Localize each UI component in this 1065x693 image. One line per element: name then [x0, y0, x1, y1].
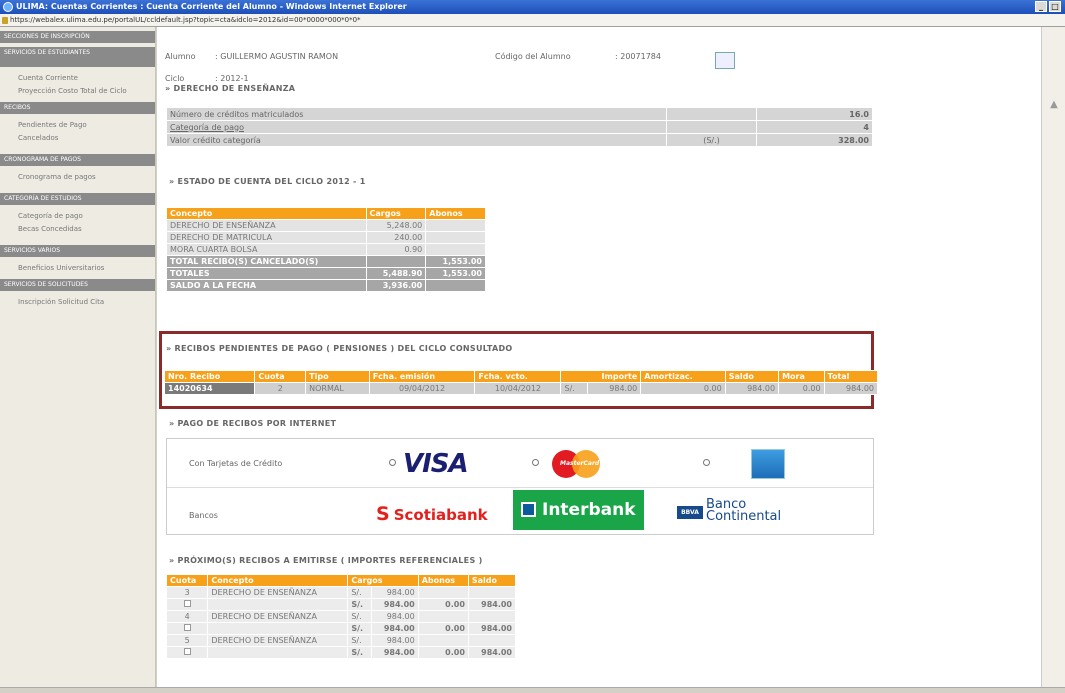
interbank-label: Interbank [542, 500, 636, 520]
estado-title: » ESTADO DE CUENTA DEL CICLO 2012 - 1 [169, 177, 366, 186]
table-row: 5 DERECHO DE ENSEÑANZA S/. 984.00 [165, 634, 517, 647]
sidebar-item-categoria-pago[interactable]: Categoría de pago [0, 210, 155, 223]
mastercard-label: MasterCard [560, 460, 600, 467]
sidebar-item-cuenta-corriente[interactable]: Cuenta Corriente [0, 72, 155, 85]
proximos-title: » PRÓXIMO(S) RECIBOS A EMITIRSE ( IMPORT… [169, 556, 483, 565]
table-row: Número de créditos matriculados 16.0 [166, 107, 873, 121]
table-row: MORA CUARTA BOLSA 0.90 [166, 243, 486, 256]
pago-title: » PAGO DE RECIBOS POR INTERNET [169, 419, 337, 428]
amex-radio[interactable] [703, 459, 710, 466]
scotiabank-label: Scotiabank [393, 506, 488, 524]
sidebar-item-cronograma[interactable]: Cronograma de pagos [0, 171, 155, 184]
pendientes-table: Nro. Recibo Cuota Tipo Fcha. emisión Fcha. … [163, 370, 879, 395]
table-row: TOTALES 5,488.90 1,553.00 [166, 267, 486, 280]
interbank-icon [521, 502, 536, 517]
visa-radio[interactable] [389, 459, 396, 466]
col-concepto: Concepto [166, 207, 367, 220]
table-row: TOTAL RECIBO(S) CANCELADO(S) 1,553.00 [166, 255, 486, 268]
sidebar-item-pendientes[interactable]: Pendientes de Pago [0, 119, 155, 132]
minimize-button[interactable]: _ [1035, 1, 1047, 12]
codigo-value: : 20071784 [615, 52, 661, 61]
table-row: Categoría de pago 4 [166, 120, 873, 134]
bbva-line2: Continental [706, 509, 782, 524]
sidebar-header-recibos: RECIBOS [0, 102, 155, 114]
sidebar-item-becas[interactable]: Becas Concedidas [0, 223, 155, 236]
bbva-logo[interactable]: BBVA Banco Continental [677, 498, 817, 525]
ensenanza-title: » DERECHO DE ENSEÑANZA [165, 84, 296, 93]
pendientes-title: » RECIBOS PENDIENTES DE PAGO ( PENSIONES… [166, 344, 513, 353]
sidebar-header-inscripcion: SECCIONES DE INSCRIPCIÓN [0, 31, 155, 43]
bancos-label: Bancos [189, 511, 218, 520]
table-row: SALDO A LA FECHA 3,936.00 [166, 279, 486, 292]
lock-icon [2, 17, 8, 24]
table-row: DERECHO DE ENSEÑANZA 5,248.00 [166, 219, 486, 232]
status-bar [0, 687, 1065, 693]
sidebar-item-cancelados[interactable]: Cancelados [0, 132, 155, 145]
bbva-badge: BBVA [677, 506, 703, 519]
amex-logo[interactable] [751, 449, 785, 479]
alumno-label: Alumno [165, 52, 196, 61]
scotiabank-logo[interactable]: S Scotiabank [376, 503, 488, 525]
table-row: S/. 984.00 0.00 984.00 [165, 646, 517, 659]
ciclo-label: Ciclo [165, 74, 185, 83]
ciclo-value: : 2012-1 [215, 74, 249, 83]
table-row: 14020634 2 NORMAL 09/04/2012 10/04/2012 … [163, 382, 879, 395]
vertical-scrollbar[interactable]: ▲ [1041, 27, 1065, 687]
sidebar-header-cronograma: CRONOGRAMA DE PAGOS [0, 154, 155, 166]
ie-logo-icon [3, 2, 13, 12]
window-controls: _ □ [1035, 1, 1061, 12]
cuota-checkbox[interactable] [183, 624, 191, 631]
table-row: S/. 984.00 0.00 984.00 [165, 598, 517, 611]
tarjetas-label: Con Tarjetas de Crédito [189, 459, 283, 468]
recibo-link[interactable]: 14020634 [163, 382, 256, 395]
proximos-table: Cuota Concepto Cargos Abonos Saldo 3 DERECHO … [165, 574, 517, 659]
sidebar: SECCIONES DE INSCRIPCIÓN SERVICIOS DE ES… [0, 27, 156, 687]
url-text: https://webalex.ulima.edu.pe/portalUL/cc… [10, 16, 361, 24]
window-title: ULIMA: Cuentas Corrientes : Cuenta Corri… [16, 2, 407, 11]
categoria-pago-link[interactable]: Categoría de pago [166, 120, 667, 134]
table-row: 3 DERECHO DE ENSEÑANZA S/. 984.00 [165, 586, 517, 599]
visa-logo[interactable]: VISA [403, 449, 469, 479]
sidebar-header-solicitudes: SERVICIOS DE SOLICITUDES [0, 279, 155, 291]
cuota-checkbox[interactable] [183, 600, 191, 607]
sidebar-header-servicios-varios: SERVICIOS VARIOS [0, 245, 155, 257]
table-row: S/. 984.00 0.00 984.00 [165, 622, 517, 635]
col-abonos: Abonos [425, 207, 486, 220]
sidebar-header-categoria: CATEGORÍA DE ESTUDIOS [0, 193, 155, 205]
cuota-checkbox[interactable] [183, 648, 191, 655]
interbank-logo[interactable]: Interbank [513, 490, 644, 530]
sidebar-item-proyeccion-costo[interactable]: Proyección Costo Total de Ciclo [0, 85, 155, 98]
sidebar-header-servicios-estudiantes: SERVICIOS DE ESTUDIANTES [0, 47, 155, 67]
main-content: Alumno : GUILLERMO AGUSTIN RAMON Código … [157, 27, 1041, 687]
address-bar[interactable]: https://webalex.ulima.edu.pe/portalUL/cc… [0, 14, 1065, 27]
ensenanza-table: Número de créditos matriculados 16.0 Cat… [166, 107, 873, 147]
codigo-label: Código del Alumno [495, 52, 571, 61]
maximize-button[interactable]: □ [1049, 1, 1061, 12]
alumno-value: : GUILLERMO AGUSTIN RAMON [215, 52, 339, 61]
col-cargos: Cargos [365, 207, 427, 220]
table-row: Valor crédito categoría (S/.) 328.00 [166, 133, 873, 147]
mastercard-logo[interactable]: MasterCard [552, 450, 602, 478]
avatar [715, 52, 735, 69]
estado-cuenta-table: Concepto Cargos Abonos DERECHO DE ENSEÑA… [166, 207, 486, 292]
table-row: 4 DERECHO DE ENSEÑANZA S/. 984.00 [165, 610, 517, 623]
sidebar-item-beneficios[interactable]: Beneficios Universitarios [0, 262, 155, 275]
scroll-up-icon[interactable]: ▲ [1047, 99, 1061, 113]
pago-panel: Con Tarjetas de Crédito VISA MasterCard … [166, 438, 874, 535]
window-titlebar: ULIMA: Cuentas Corrientes : Cuenta Corri… [0, 0, 1065, 14]
mastercard-radio[interactable] [532, 459, 539, 466]
table-row: DERECHO DE MATRICULA 240.00 [166, 231, 486, 244]
sidebar-item-solicitud-cita[interactable]: Inscripción Solicitud Cita [0, 296, 155, 309]
